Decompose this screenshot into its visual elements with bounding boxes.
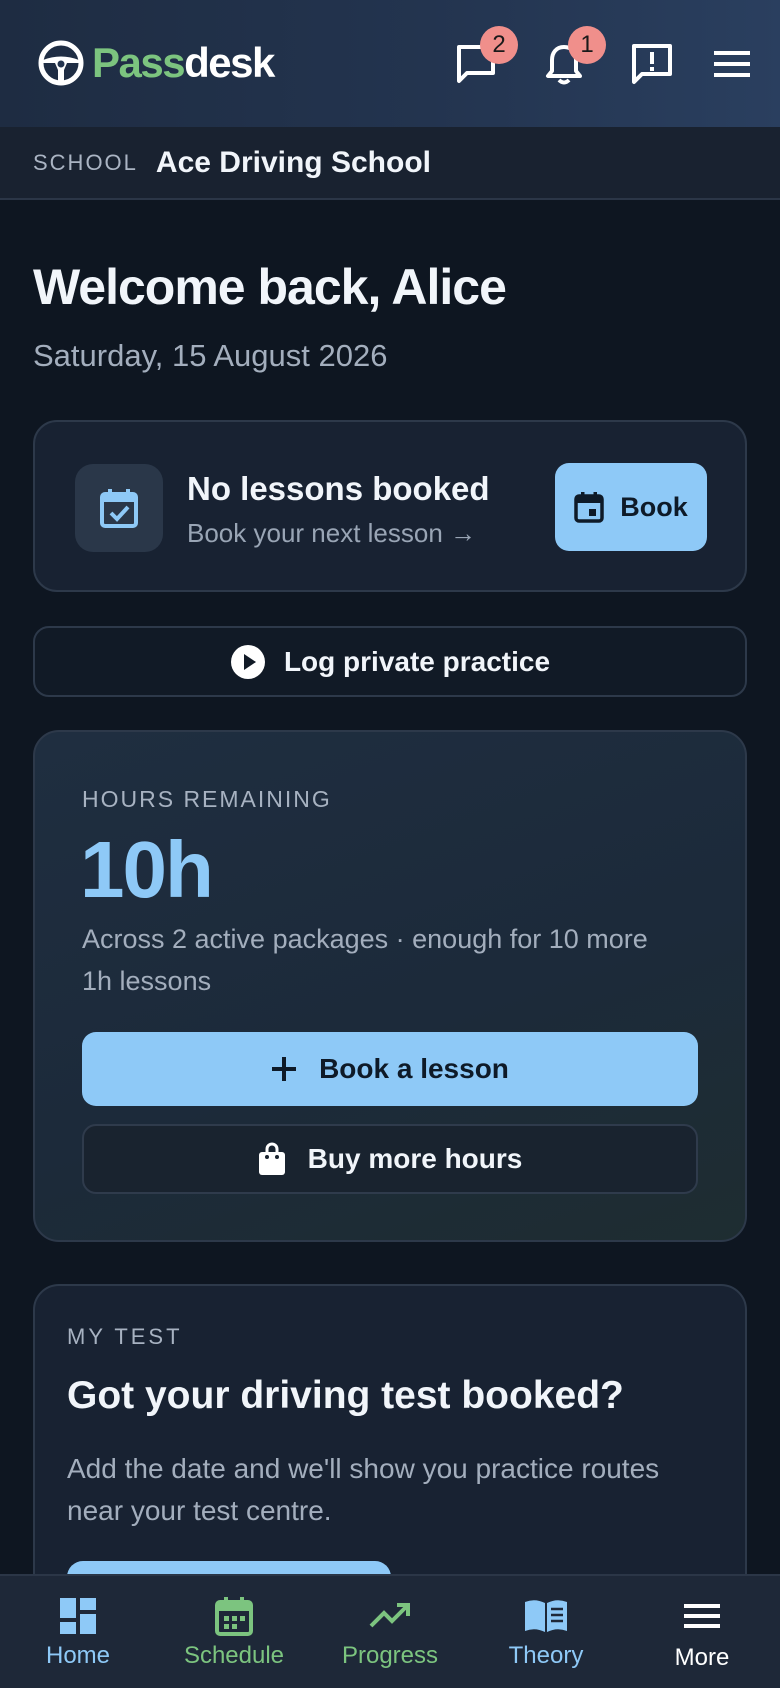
school-bar[interactable]: SCHOOL Ace Driving School — [0, 127, 780, 200]
book-button-label: Book — [620, 491, 688, 522]
nav-progress[interactable]: Progress — [312, 1576, 468, 1688]
current-date: Saturday, 15 August 2026 — [33, 338, 388, 373]
hours-remaining-value: 10h — [80, 825, 214, 914]
calendar-icon — [574, 492, 604, 523]
top-bar: Passdesk 2 1 — [0, 0, 780, 127]
my-test-description: Add the date and we'll show you practice… — [67, 1453, 660, 1526]
nav-more[interactable]: More — [624, 1576, 780, 1688]
app-root: Passdesk 2 1 SCHOOL Ace Driving School W… — [0, 0, 780, 1688]
nav-schedule-label: Schedule — [183, 1642, 285, 1669]
calendar-tile — [75, 464, 163, 552]
hours-remaining-label: HOURS REMAINING — [82, 786, 332, 812]
log-private-practice-button[interactable]: Log private practice — [33, 626, 747, 697]
nav-more-label: More — [674, 1644, 730, 1671]
feedback-button[interactable] — [628, 40, 676, 88]
next-lesson-link[interactable]: Book your next lesson → — [187, 518, 476, 549]
welcome-heading: Welcome back, Alice — [33, 259, 507, 315]
nav-home-label: Home — [45, 1642, 111, 1669]
book-a-lesson-button[interactable]: Book a lesson — [82, 1032, 698, 1106]
next-lesson-card[interactable]: No lessons booked Book your next lesson … — [33, 420, 747, 592]
buy-more-hours-label: Buy more hours — [307, 1143, 523, 1174]
buy-more-hours-button[interactable]: Buy more hours — [82, 1124, 698, 1194]
calendar-check-icon — [100, 489, 138, 528]
brand-name: Passdesk — [92, 39, 275, 86]
plus-icon — [272, 1057, 297, 1081]
hours-remaining-card: HOURS REMAINING 10h Across 2 active pack… — [33, 730, 747, 1242]
notifications-button[interactable]: 1 — [540, 26, 606, 88]
feedback-icon — [632, 44, 672, 84]
menu-button[interactable] — [708, 40, 756, 88]
notifications-badge: 1 — [568, 26, 606, 64]
nav-progress-label: Progress — [341, 1642, 439, 1669]
my-test-label: MY TEST — [67, 1324, 183, 1349]
hours-remaining-description: Across 2 active packages · enough for 10… — [82, 924, 648, 996]
shopping-bag-icon — [258, 1142, 285, 1175]
school-name: Ace Driving School — [155, 145, 431, 179]
steering-wheel-icon — [38, 40, 84, 86]
book-button[interactable]: Book — [555, 463, 707, 551]
menu-icon — [684, 1604, 720, 1628]
log-private-practice-label: Log private practice — [283, 645, 551, 677]
calendar-icon — [215, 1597, 253, 1636]
messages-badge: 2 — [480, 26, 518, 64]
messages-button[interactable]: 2 — [452, 26, 518, 88]
play-circle-icon — [230, 644, 265, 679]
trending-up-icon — [369, 1603, 410, 1628]
nav-home[interactable]: Home — [0, 1576, 156, 1688]
nav-theory[interactable]: Theory — [468, 1576, 624, 1688]
brand-name-part2: desk — [184, 39, 275, 86]
book-a-lesson-label: Book a lesson — [319, 1053, 509, 1084]
next-lesson-title: No lessons booked — [187, 470, 490, 507]
nav-schedule[interactable]: Schedule — [156, 1576, 312, 1688]
book-icon — [525, 1600, 567, 1632]
nav-theory-label: Theory — [508, 1642, 584, 1669]
brand-logo[interactable]: Passdesk — [38, 39, 275, 86]
my-test-title: Got your driving test booked? — [67, 1374, 624, 1417]
bottom-navigation: Home Schedule Progress Theory More — [0, 1574, 780, 1688]
school-label: SCHOOL — [33, 149, 138, 175]
hamburger-icon — [714, 51, 750, 77]
brand-name-part1: Pass — [92, 39, 186, 86]
dashboard-icon — [60, 1598, 96, 1634]
